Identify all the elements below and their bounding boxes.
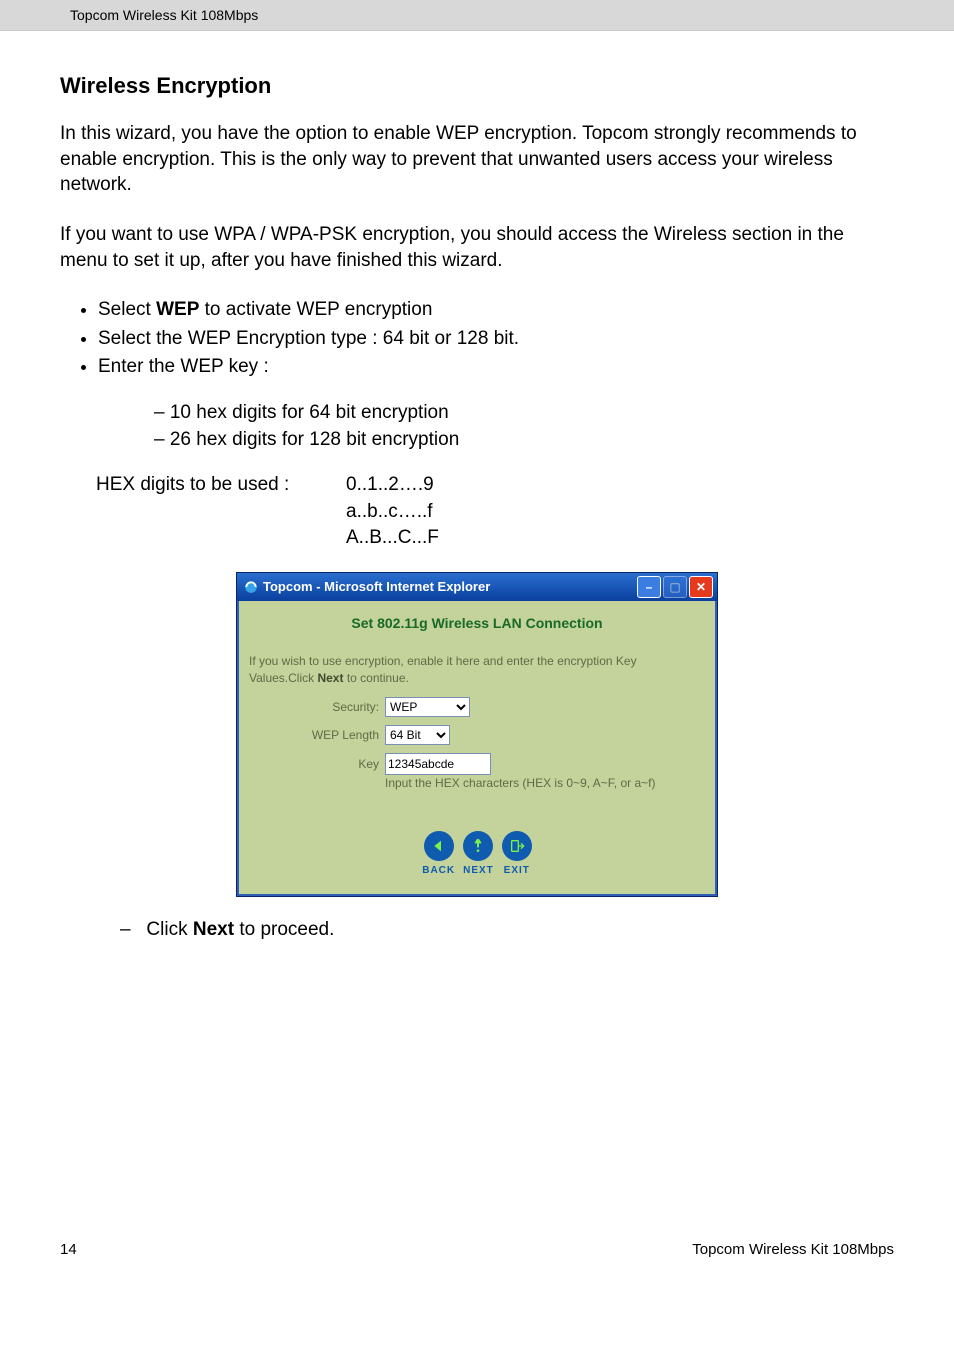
- instruction-list: Select WEP to activate WEP encryption Se…: [80, 297, 894, 381]
- wizard-intro: If you wish to use encryption, enable it…: [249, 653, 705, 687]
- close-button[interactable]: ✕: [689, 576, 713, 598]
- weplength-select[interactable]: 64 Bit: [385, 725, 450, 745]
- window-title: Topcom - Microsoft Internet Explorer: [263, 579, 637, 594]
- hex-line: A..B...C...F: [346, 525, 439, 552]
- security-select[interactable]: WEP: [385, 697, 470, 717]
- header-text: Topcom Wireless Kit 108Mbps: [70, 7, 258, 23]
- intro-paragraph-1: In this wizard, you have the option to e…: [60, 121, 894, 198]
- titlebar: Topcom - Microsoft Internet Explorer – ▢…: [237, 573, 717, 601]
- list-item: Enter the WEP key :: [98, 354, 894, 381]
- minimize-button[interactable]: –: [637, 576, 661, 598]
- sub-list: 10 hex digits for 64 bit encryption 26 h…: [154, 400, 894, 453]
- exit-icon: [502, 831, 532, 861]
- maximize-button[interactable]: ▢: [663, 576, 687, 598]
- ie-window: Topcom - Microsoft Internet Explorer – ▢…: [236, 572, 718, 897]
- hex-label: HEX digits to be used :: [96, 472, 346, 552]
- key-hint: Input the HEX characters (HEX is 0~9, A~…: [385, 775, 705, 791]
- intro-paragraph-2: If you want to use WPA / WPA-PSK encrypt…: [60, 222, 894, 273]
- page-number: 14: [60, 1241, 77, 1258]
- back-icon: [424, 831, 454, 861]
- footer-product: Topcom Wireless Kit 108Mbps: [692, 1241, 894, 1258]
- key-input[interactable]: [385, 753, 491, 775]
- back-button[interactable]: BACK: [422, 831, 455, 876]
- exit-button[interactable]: EXIT: [502, 831, 532, 876]
- list-item: 26 hex digits for 128 bit encryption: [154, 427, 894, 454]
- ie-icon: [243, 579, 259, 595]
- hex-line: 0..1..2….9: [346, 472, 439, 499]
- security-label: Security:: [249, 700, 385, 714]
- weplength-label: WEP Length: [249, 728, 385, 742]
- wizard-body: Set 802.11g Wireless LAN Connection If y…: [237, 601, 717, 896]
- page-footer: 14 Topcom Wireless Kit 108Mbps: [0, 961, 954, 1288]
- hex-digits-block: HEX digits to be used : 0..1..2….9 a..b.…: [96, 472, 894, 552]
- key-label: Key: [249, 757, 385, 771]
- final-instruction: – Click Next to proceed.: [120, 919, 894, 941]
- page-content: Wireless Encryption In this wizard, you …: [0, 31, 954, 961]
- next-icon: [463, 831, 493, 861]
- next-button[interactable]: NEXT: [463, 831, 494, 876]
- page-title: Wireless Encryption: [60, 73, 894, 99]
- list-item: Select the WEP Encryption type : 64 bit …: [98, 326, 894, 353]
- wizard-nav: BACK NEXT EXIT: [249, 831, 705, 876]
- hex-line: a..b..c…..f: [346, 499, 439, 526]
- list-item: 10 hex digits for 64 bit encryption: [154, 400, 894, 427]
- page-header: Topcom Wireless Kit 108Mbps: [0, 0, 954, 31]
- wizard-heading: Set 802.11g Wireless LAN Connection: [249, 615, 705, 631]
- list-item: Select WEP to activate WEP encryption: [98, 297, 894, 324]
